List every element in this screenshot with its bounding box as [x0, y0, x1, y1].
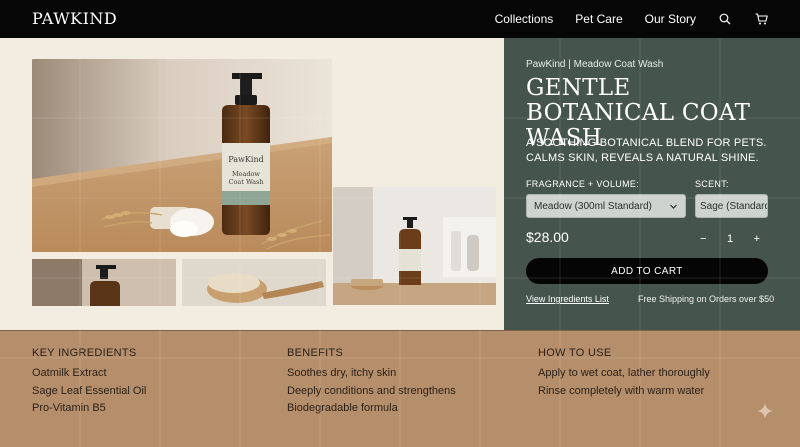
view-ingredients-link[interactable]: View Ingredients List [526, 294, 609, 304]
ingredient-item: Sage Leaf Essential Oil [32, 384, 147, 397]
ingredient-item: Oatmilk Extract [32, 367, 107, 379]
how-to-use-step: Apply to wet coat, lather thoroughly [538, 367, 710, 379]
cart-icon[interactable] [754, 12, 768, 26]
product-price: $28.00 [526, 229, 569, 245]
qty-value: 1 [726, 233, 734, 245]
product-details-band: KEY INGREDIENTS Oatmilk Extract Sage Lea… [0, 330, 800, 447]
sparkle-icon [757, 403, 773, 419]
product-info-panel: PawKind | Meadow Coat Wash GENTLE BOTANI… [504, 38, 800, 330]
qty-decrease-button[interactable]: − [700, 233, 706, 245]
quantity-stepper: − 1 + [700, 231, 760, 247]
key-ingredients-heading: KEY INGREDIENTS [32, 347, 137, 359]
bottle-label-name-2: Coat Wash [229, 178, 264, 186]
nav-collections[interactable]: Collections [495, 12, 554, 26]
benefit-item: Biodegradable formula [287, 402, 398, 414]
lifestyle-photo[interactable] [333, 187, 496, 305]
search-icon[interactable] [718, 12, 732, 26]
benefits-section: BENEFITS Soothes dry, itchy skin Deeply … [287, 347, 456, 418]
ingredient-item: Pro-Vitamin B5 [32, 402, 106, 414]
site-header: PAWKIND Collections Pet Care Our Story [0, 0, 800, 38]
chevron-down-icon [669, 202, 678, 211]
add-to-cart-button[interactable]: ADD TO CART [526, 258, 768, 284]
fragrance-volume-value: Meadow (300ml Standard) [534, 200, 652, 212]
benefit-item: Deeply conditions and strengthens [287, 384, 456, 397]
fragrance-volume-select[interactable]: Meadow (300ml Standard) [526, 194, 686, 218]
scent-select[interactable]: Sage (Standard) [695, 194, 768, 218]
product-breadcrumb: PawKind | Meadow Coat Wash [526, 59, 664, 70]
how-to-use-heading: HOW TO USE [538, 347, 612, 359]
how-to-use-step: Rinse completely with warm water [538, 384, 705, 397]
benefit-item: Soothes dry, itchy skin [287, 367, 397, 379]
bottle-label-name-1: Meadow [232, 170, 260, 178]
fragrance-volume-label: FRAGRANCE + VOLUME: [526, 179, 639, 189]
qty-increase-button[interactable]: + [754, 233, 760, 245]
thumbnail-bottle-pump[interactable] [32, 259, 176, 306]
scent-value: Sage (Standard) [700, 200, 768, 212]
how-to-use-section: HOW TO USE Apply to wet coat, lather tho… [538, 347, 710, 400]
main-nav: Collections Pet Care Our Story [495, 0, 768, 38]
nav-our-story[interactable]: Our Story [645, 12, 696, 26]
product-description: A SOOTHING BOTANICAL BLEND FOR PETS. CAL… [526, 137, 767, 164]
thumbnail-brush[interactable] [182, 259, 326, 306]
bottle-label-brand: PawKind [228, 155, 263, 164]
main-product-photo[interactable]: PawKind Meadow Coat Wash [32, 59, 332, 252]
key-ingredients-section: KEY INGREDIENTS Oatmilk Extract Sage Lea… [32, 347, 146, 418]
scent-label: SCENT: [695, 179, 729, 189]
shipping-note: Free Shipping on Orders over $50 [638, 294, 775, 304]
benefits-heading: BENEFITS [287, 347, 344, 359]
product-gallery: PawKind Meadow Coat Wash [0, 38, 504, 330]
site-logo[interactable]: PAWKIND [32, 9, 117, 28]
nav-pet-care[interactable]: Pet Care [575, 12, 622, 26]
